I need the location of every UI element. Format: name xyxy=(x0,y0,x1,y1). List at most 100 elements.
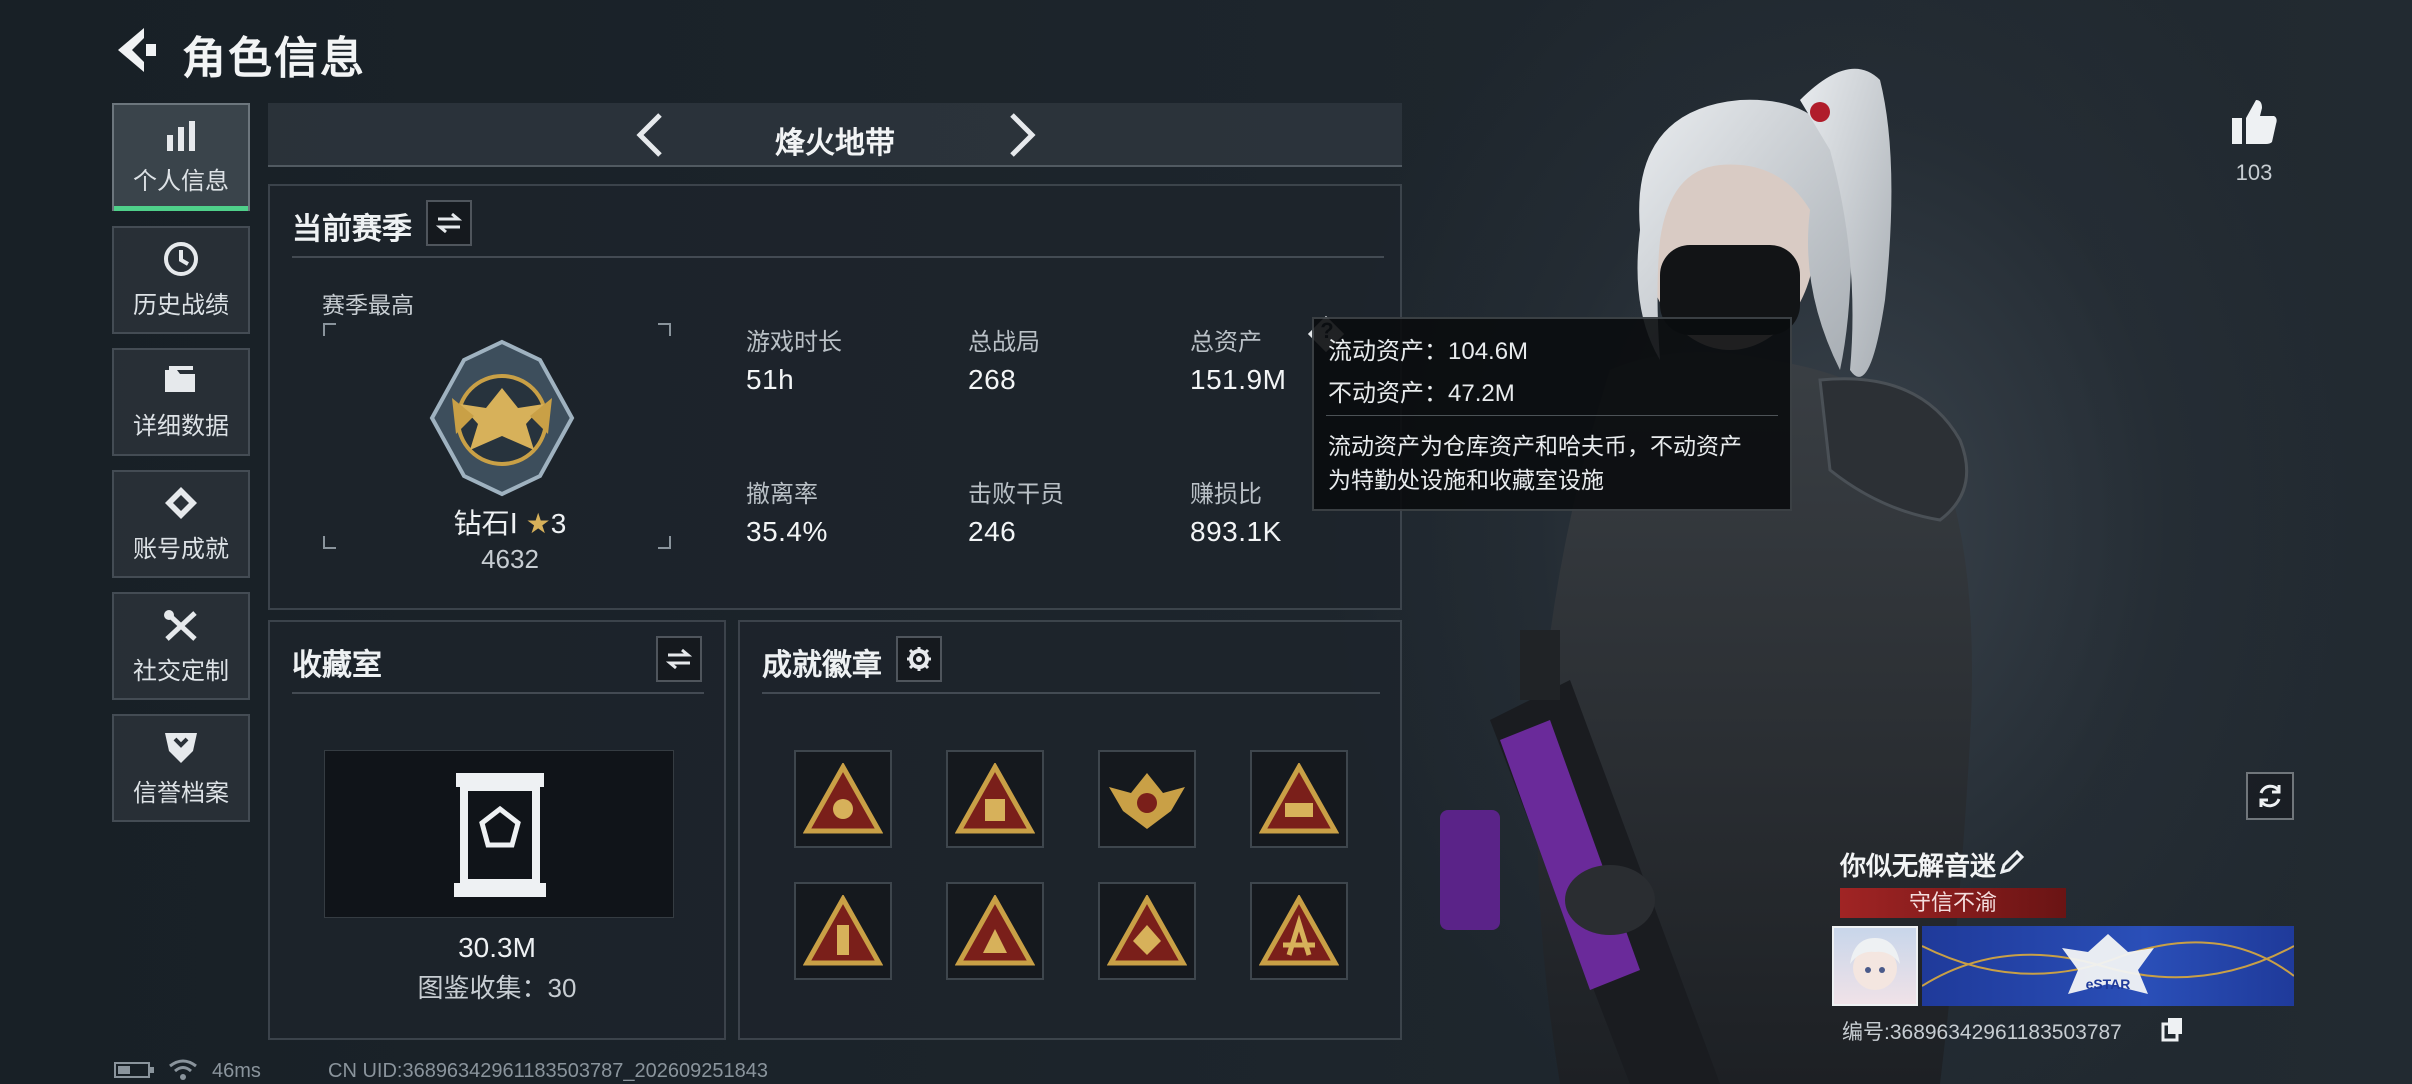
stat-value: 893.1K xyxy=(1190,516,1282,547)
nav-item-personal-info[interactable]: 个人信息 xyxy=(112,103,250,211)
avatar-image xyxy=(1850,938,1900,990)
nav-item-history[interactable]: 历史战绩 xyxy=(112,226,250,334)
divider xyxy=(292,256,1384,258)
stat-label: 总战局 xyxy=(968,329,1040,356)
collection-catalog: 图鉴收集：30 xyxy=(417,973,577,1003)
collection-switch-button[interactable] xyxy=(656,636,702,682)
player-name: 你似无解音迷 xyxy=(1840,851,1997,881)
history-clock-icon xyxy=(164,241,198,276)
divider xyxy=(762,692,1380,694)
thumbs-up-icon[interactable] xyxy=(2228,96,2280,148)
nav-item-detail-data[interactable]: 详细数据 xyxy=(112,348,250,456)
battery-icon xyxy=(114,1062,154,1078)
badge-4-icon xyxy=(1259,763,1339,834)
rotate-button[interactable] xyxy=(2246,772,2294,820)
badge-8-icon xyxy=(1259,895,1339,966)
stat-value: 268 xyxy=(968,364,1017,395)
badge-slot[interactable] xyxy=(946,882,1044,980)
back-arrow-icon[interactable] xyxy=(110,22,160,78)
player-id: 编号:3689634296118350378​7 xyxy=(1842,1021,2122,1044)
rank-points: 4632 xyxy=(481,544,539,574)
badge-3-icon xyxy=(1109,773,1185,829)
nav-label: 个人信息 xyxy=(133,167,229,195)
page-title: 角色信息 xyxy=(182,34,366,83)
gear-icon xyxy=(907,647,931,671)
mode-selector: 烽火地带 xyxy=(268,103,1402,167)
collection-title: 收藏室 xyxy=(292,649,382,682)
collection-preview[interactable] xyxy=(324,750,674,918)
nav-label: 账号成就 xyxy=(133,535,229,563)
chevron-right-icon[interactable] xyxy=(1002,109,1042,161)
banner-text: eSTAR xyxy=(2085,976,2131,992)
badge-1-icon xyxy=(803,763,883,834)
copy-icon[interactable] xyxy=(2160,1016,2186,1042)
stat-value: 51h xyxy=(746,364,795,395)
nav-item-reputation[interactable]: 信誉档案 xyxy=(112,714,250,822)
rank-label: 钻石Ⅰ ★3 xyxy=(410,502,610,542)
star-icon: ★ xyxy=(525,508,551,539)
badge-slot[interactable] xyxy=(1098,882,1196,980)
badge-slot[interactable] xyxy=(1250,750,1348,848)
rotate-icon xyxy=(2259,784,2281,808)
badge-slot[interactable] xyxy=(1098,750,1196,848)
avatar[interactable] xyxy=(1832,926,1918,1006)
reputation-text: 守信不渝 xyxy=(1908,890,1997,915)
season-best-label: 赛季最高 xyxy=(322,292,414,318)
tooltip-liquid-assets: 流动资产：104.6M xyxy=(1328,338,1529,365)
tooltip-desc-line2: 为特勤处设施和收藏室设施 xyxy=(1328,467,1604,493)
tooltip-fixed-assets: 不动资产：47.2M xyxy=(1328,380,1515,407)
nav-label: 历史战绩 xyxy=(133,291,229,319)
swap-icon xyxy=(666,648,692,670)
badges-settings-button[interactable] xyxy=(896,636,942,682)
display-case-icon xyxy=(454,773,546,897)
nav-label: 详细数据 xyxy=(133,412,229,440)
tools-icon xyxy=(164,609,197,641)
badge-slot[interactable] xyxy=(794,882,892,980)
folder-icon xyxy=(165,365,195,392)
collection-panel: 收藏室 30.3M 图鉴收集：30 xyxy=(268,620,726,1040)
divider xyxy=(292,692,704,694)
reputation-bar: 守信不渝 xyxy=(1840,888,2066,918)
stat-label: 赚损比 xyxy=(1190,481,1262,508)
stat-label: 击败干员 xyxy=(968,481,1064,508)
like-count: 103 xyxy=(2235,160,2273,185)
badge-7-icon xyxy=(1107,895,1187,966)
stat-label: 撤离率 xyxy=(746,481,818,508)
stat-label: 总资产 xyxy=(1190,329,1262,356)
nav-label: 社交定制 xyxy=(133,657,229,685)
uid-text: CN UID:3689634296118350378​7_20260925184… xyxy=(328,1060,769,1082)
swap-icon xyxy=(436,212,462,234)
season-panel: 当前赛季 赛季最高 钻石Ⅰ ★3 4632 游戏时长 51h 总战局 268 总… xyxy=(268,184,1402,610)
rank-name: 钻石Ⅰ xyxy=(453,508,518,539)
assets-tooltip: 流动资产：104.6M 不动资产：47.2M 流动资产为仓库资产和哈夫币，不动资… xyxy=(1312,317,1792,511)
bar-chart-icon xyxy=(167,120,195,151)
achievement-icon xyxy=(165,486,197,519)
banner-pattern xyxy=(1922,934,2294,994)
wifi-icon xyxy=(169,1059,197,1080)
ping-text: 46ms xyxy=(212,1060,261,1082)
badge-slot[interactable] xyxy=(946,750,1044,848)
badge-2-icon xyxy=(955,763,1035,834)
nav-item-social[interactable]: 社交定制 xyxy=(112,592,250,700)
badge-5-icon xyxy=(803,895,883,966)
mode-name: 烽火地带 xyxy=(775,127,895,160)
collection-value: 30.3M xyxy=(458,932,536,963)
badges-panel: 成就徽章 xyxy=(738,620,1402,1040)
edit-icon[interactable] xyxy=(1998,848,2026,876)
rank-stars: 3 xyxy=(550,508,567,539)
tooltip-desc-line1: 流动资产为仓库资产和哈夫币，不动资产 xyxy=(1328,433,1742,459)
nav-label: 信誉档案 xyxy=(133,779,229,807)
season-title: 当前赛季 xyxy=(292,213,412,246)
shield-icon xyxy=(165,732,197,763)
season-switch-button[interactable] xyxy=(426,200,472,246)
player-banner: eSTAR xyxy=(1922,926,2294,1006)
stat-value: 35.4% xyxy=(746,516,828,547)
badge-slot[interactable] xyxy=(794,750,892,848)
badge-6-icon xyxy=(955,895,1035,966)
tooltip-divider xyxy=(1326,415,1778,416)
stat-label: 游戏时长 xyxy=(746,329,842,356)
stat-value: 246 xyxy=(968,516,1017,547)
badges-title: 成就徽章 xyxy=(762,649,882,682)
nav-item-achievements[interactable]: 账号成就 xyxy=(112,470,250,578)
badge-slot[interactable] xyxy=(1250,882,1348,980)
